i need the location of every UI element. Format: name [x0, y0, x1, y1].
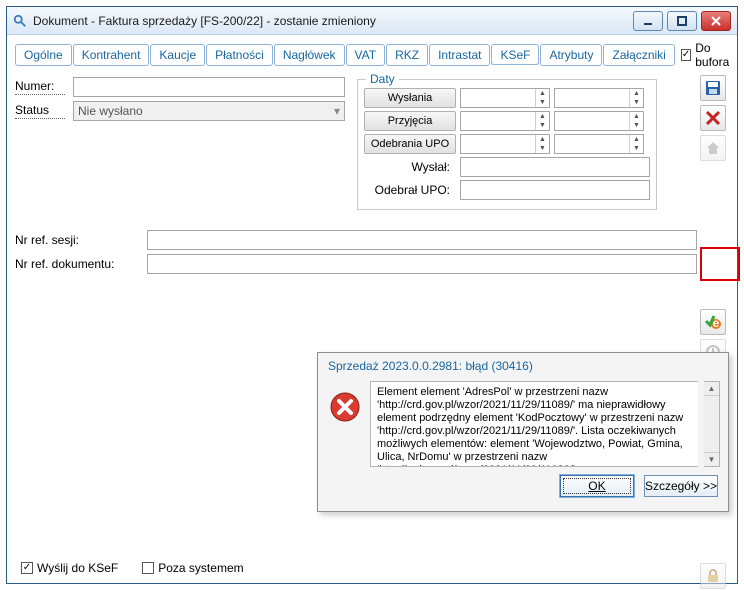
numer-label: Numer:: [15, 79, 65, 95]
ksef-check-button[interactable]: e: [700, 309, 726, 335]
ref-sesji-input[interactable]: [147, 230, 697, 250]
tab-row: Ogólne Kontrahent Kaucje Płatności Nagłó…: [7, 35, 737, 73]
ref-dok-label: Nr ref. dokumentu:: [15, 257, 139, 271]
home-icon: [705, 140, 721, 156]
daty-odebrania-date[interactable]: ▲▼: [460, 134, 550, 154]
scroll-down-icon: ▼: [704, 452, 719, 466]
wyslal-input[interactable]: [460, 157, 650, 177]
checkbox-icon: [681, 49, 691, 61]
tab-kaucje[interactable]: Kaucje: [150, 44, 205, 66]
tab-platnosci[interactable]: Płatności: [206, 44, 273, 66]
daty-legend: Daty: [366, 72, 399, 86]
wyslij-ksef-label: Wyślij do KSeF: [37, 561, 118, 575]
scroll-up-icon: ▲: [704, 382, 719, 396]
tab-intrastat[interactable]: Intrastat: [429, 44, 490, 66]
save-icon: [705, 80, 721, 96]
daty-przyjecia-button[interactable]: Przyjęcia: [364, 111, 456, 131]
dialog-message: Element element 'AdresPol' w przestrzeni…: [370, 381, 698, 467]
daty-wyslania-button[interactable]: Wysłania: [364, 88, 456, 108]
daty-odebrania-time[interactable]: ▲▼: [554, 134, 644, 154]
window-title: Dokument - Faktura sprzedaży [FS-200/22]…: [13, 14, 633, 28]
wyslal-label: Wysłał:: [364, 160, 456, 174]
daty-przyjecia-date[interactable]: ▲▼: [460, 111, 550, 131]
do-bufora-checkbox[interactable]: Do bufora: [681, 41, 731, 69]
error-icon: [326, 381, 364, 467]
delete-button[interactable]: [700, 105, 726, 131]
daty-odebrania-button[interactable]: Odebrania UPO: [364, 134, 456, 154]
tab-kontrahent[interactable]: Kontrahent: [73, 44, 150, 66]
maximize-button[interactable]: [667, 11, 697, 31]
daty-group: Daty Wysłania ▲▼ ▲▼ Przyjęcia ▲▼ ▲▼ Odeb…: [357, 79, 657, 210]
tab-atrybuty[interactable]: Atrybuty: [540, 44, 602, 66]
ksef-check-icon: e: [704, 313, 722, 331]
dialog-scrollbar[interactable]: ▲ ▼: [704, 381, 720, 467]
wyslij-ksef-checkbox[interactable]: Wyślij do KSeF: [21, 561, 118, 575]
delete-icon: [705, 110, 721, 126]
tab-ksef[interactable]: KSeF: [491, 44, 539, 66]
tab-zalaczniki[interactable]: Załączniki: [603, 44, 674, 66]
lock-icon: [705, 568, 721, 584]
details-button[interactable]: Szczegóły >>: [644, 475, 718, 497]
dialog-title: Sprzedaż 2023.0.0.2981: błąd (30416): [318, 353, 728, 377]
titlebar: Dokument - Faktura sprzedaży [FS-200/22]…: [7, 7, 737, 35]
do-bufora-label: Do bufora: [695, 41, 731, 69]
tab-naglowek[interactable]: Nagłówek: [274, 44, 345, 66]
numer-input[interactable]: [73, 77, 345, 97]
poza-systemem-label: Poza systemem: [158, 561, 243, 575]
error-dialog: Sprzedaż 2023.0.0.2981: błąd (30416) Ele…: [317, 352, 729, 512]
main-window: Dokument - Faktura sprzedaży [FS-200/22]…: [6, 6, 738, 584]
checkbox-icon: [142, 562, 154, 574]
status-label: Status: [15, 103, 65, 119]
daty-przyjecia-time[interactable]: ▲▼: [554, 111, 644, 131]
ok-button[interactable]: OK: [560, 475, 634, 497]
status-value: Nie wysłano: [78, 104, 143, 118]
lock-button: [700, 563, 726, 589]
poza-systemem-checkbox[interactable]: Poza systemem: [142, 561, 243, 575]
ref-dok-input[interactable]: [147, 254, 697, 274]
daty-wyslania-time[interactable]: ▲▼: [554, 88, 644, 108]
close-button[interactable]: [701, 11, 731, 31]
tab-vat[interactable]: VAT: [346, 44, 386, 66]
minimize-button[interactable]: [633, 11, 663, 31]
tab-ogolne[interactable]: Ogólne: [15, 44, 72, 66]
dropdown-icon: ▾: [334, 104, 340, 118]
bottom-checks: Wyślij do KSeF Poza systemem: [21, 561, 244, 575]
home-button: [700, 135, 726, 161]
window-title-text: Dokument - Faktura sprzedaży [FS-200/22]…: [33, 14, 376, 28]
highlight-annotation: [700, 247, 740, 281]
save-button[interactable]: [700, 75, 726, 101]
odebral-input[interactable]: [460, 180, 650, 200]
status-combo[interactable]: Nie wysłano ▾: [73, 101, 345, 121]
odebral-label: Odebrał UPO:: [364, 183, 456, 197]
ref-sesji-label: Nr ref. sesji:: [15, 233, 139, 247]
daty-wyslania-date[interactable]: ▲▼: [460, 88, 550, 108]
tab-rkz[interactable]: RKZ: [386, 44, 428, 66]
checkbox-icon: [21, 562, 33, 574]
magnifier-icon: [13, 14, 27, 28]
